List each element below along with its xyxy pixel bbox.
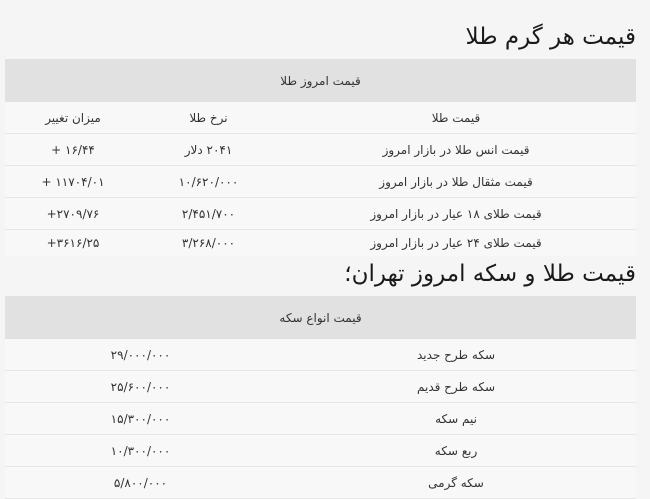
gold-item-change: +۲۷۰۹/۷۶ [5, 197, 141, 230]
column-header-change: میزان تغییر [5, 102, 141, 134]
coin-price: ۱۵/۳۰۰/۰۰۰ [5, 402, 277, 435]
coin-price-table: قیمت انواع سکه سکه طرح جدید ۲۹/۰۰۰/۰۰۰ س… [5, 296, 637, 499]
coin-name: ربع سکه [276, 434, 637, 467]
gold-item-rate: ۲/۴۵۱/۷۰۰ [141, 197, 276, 230]
coin-name: نیم سکه [276, 402, 637, 435]
coin-name: سکه طرح قدیم [276, 370, 637, 403]
coin-price: ۲۵/۶۰۰/۰۰۰ [5, 370, 277, 403]
coin-price: ۲۹/۰۰۰/۰۰۰ [5, 339, 277, 371]
coin-name: سکه گرمی [276, 466, 637, 499]
gold-item-rate: ۱۰/۶۲۰/۰۰۰ [141, 165, 276, 198]
gold-item-name: قیمت انس طلا در بازار امروز [276, 133, 636, 166]
column-header-gold-rate: نرخ طلا [141, 102, 276, 134]
table-row: سکه طرح قدیم ۲۵/۶۰۰/۰۰۰ [5, 370, 637, 403]
gold-price-table: قیمت امروز طلا قیمت طلا نرخ طلا میزان تغ… [5, 59, 636, 256]
gold-item-name: قیمت طلای ۱۸ عیار در بازار امروز [276, 197, 636, 230]
gold-coin-tehran-heading: قیمت طلا و سکه امروز تهران؛ [344, 261, 636, 287]
column-header-gold-price: قیمت طلا [276, 102, 636, 134]
table-row: نیم سکه ۱۵/۳۰۰/۰۰۰ [5, 402, 637, 435]
coin-price-table-caption: قیمت انواع سکه [5, 296, 637, 339]
gold-item-name: قیمت طلای ۲۴ عیار در بازار امروز [276, 229, 636, 256]
coin-price: ۱۰/۳۰۰/۰۰۰ [5, 434, 277, 467]
gold-price-table-caption: قیمت امروز طلا [5, 59, 636, 102]
gold-gram-price-heading: قیمت هر گرم طلا [465, 24, 636, 50]
table-row: قیمت مثقال طلا در بازار امروز ۱۰/۶۲۰/۰۰۰… [5, 165, 636, 198]
gold-item-rate: ۲۰۴۱ دلار [141, 133, 276, 166]
table-row: سکه گرمی ۵/۸۰۰/۰۰۰ [5, 466, 637, 499]
gold-item-change: + ۱۶/۴۴ [5, 133, 141, 166]
coin-name: سکه طرح جدید [276, 339, 637, 371]
table-row: سکه طرح جدید ۲۹/۰۰۰/۰۰۰ [5, 339, 637, 371]
table-row: قیمت انس طلا در بازار امروز ۲۰۴۱ دلار + … [5, 133, 636, 166]
gold-item-change: +۳۶۱۶/۲۵ [5, 229, 141, 256]
gold-item-change: + ۱۱۷۰۴/۰۱ [5, 165, 141, 198]
gold-item-rate: ۳/۲۶۸/۰۰۰ [141, 229, 276, 256]
table-row: قیمت طلای ۲۴ عیار در بازار امروز ۳/۲۶۸/۰… [5, 229, 636, 256]
gold-item-name: قیمت مثقال طلا در بازار امروز [276, 165, 636, 198]
table-row: قیمت طلای ۱۸ عیار در بازار امروز ۲/۴۵۱/۷… [5, 197, 636, 230]
coin-price: ۵/۸۰۰/۰۰۰ [5, 466, 277, 499]
table-row: ربع سکه ۱۰/۳۰۰/۰۰۰ [5, 434, 637, 467]
